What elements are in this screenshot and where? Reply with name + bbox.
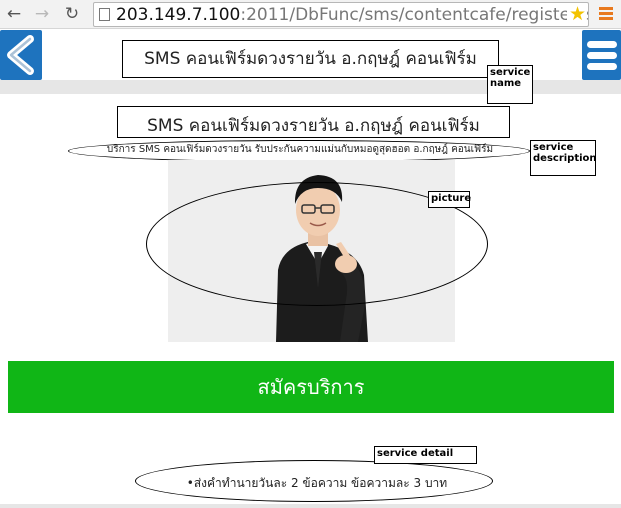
header-title: SMS คอนเฟิร์มดวงรายวัน อ.กฤษฎ์ คอนเฟิร์ม — [122, 40, 499, 78]
address-bar[interactable]: 203.149.7.100:2011/DbFunc/sms/contentcaf… — [93, 2, 589, 27]
subscribe-button[interactable]: สมัครบริการ — [8, 361, 614, 413]
page-icon — [99, 8, 110, 21]
forward-arrow-icon[interactable]: → — [31, 4, 53, 24]
url-host: 203.149.7.100 — [116, 5, 241, 25]
annotation-service-name: service name — [487, 65, 533, 104]
annotation-service-description: service description — [530, 140, 597, 176]
back-button[interactable] — [0, 30, 42, 80]
chevron-left-icon — [7, 35, 34, 75]
description-highlight-ellipse — [68, 140, 530, 162]
browser-toolbar: ← → ↻ 203.149.7.100:2011/DbFunc/sms/cont… — [0, 0, 621, 29]
detail-highlight-ellipse — [135, 460, 493, 502]
url-text[interactable]: 203.149.7.100:2011/DbFunc/sms/contentcaf… — [116, 4, 588, 26]
browser-menu-icon[interactable] — [599, 7, 613, 21]
url-path: :2011/DbFunc/sms/contentcafe/register?sv… — [240, 5, 588, 25]
annotation-service-detail: service detail — [374, 446, 477, 464]
footer-strip — [0, 504, 621, 508]
menu-button[interactable] — [582, 30, 621, 80]
hamburger-menu-icon — [587, 41, 617, 70]
back-arrow-icon[interactable]: ← — [3, 4, 25, 24]
annotation-picture: picture — [428, 191, 471, 208]
reload-icon[interactable]: ↻ — [61, 4, 83, 24]
service-name: SMS คอนเฟิร์มดวงรายวัน อ.กฤษฎ์ คอนเฟิร์ม — [117, 106, 510, 138]
star-icon[interactable]: ★ — [566, 3, 586, 26]
